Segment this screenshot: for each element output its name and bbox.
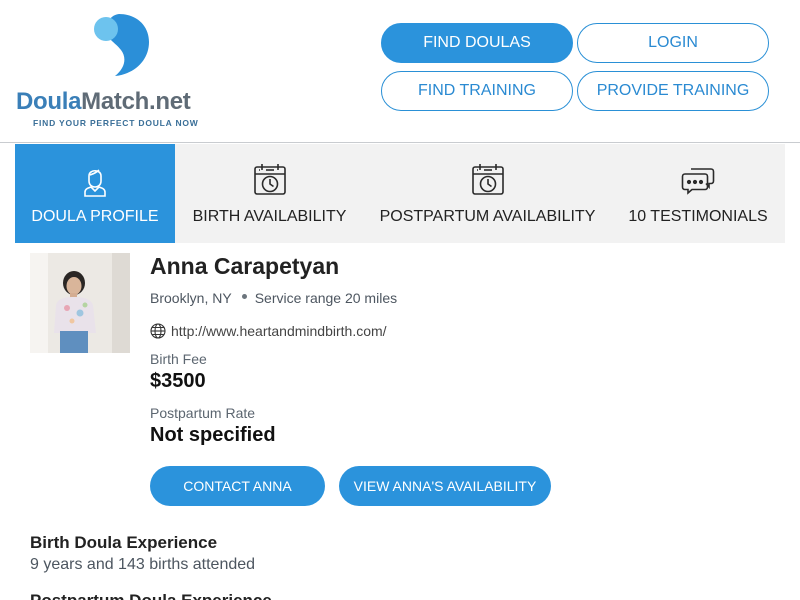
calendar-clock-icon xyxy=(471,164,504,195)
provide-training-button[interactable]: PROVIDE TRAINING xyxy=(577,71,769,111)
globe-icon xyxy=(150,323,166,339)
profile-tabs: DOULA PROFILE BIRTH AVAILABILITY POSTPAR… xyxy=(15,144,785,243)
postpartum-rate-value: Not specified xyxy=(150,424,276,446)
doula-photo xyxy=(30,253,130,353)
chat-bubbles-icon xyxy=(681,168,715,195)
site-header: DoulaMatch.net FIND YOUR PERFECT DOULA N… xyxy=(0,0,800,143)
location-row: Brooklyn, NY Service range 20 miles xyxy=(150,290,397,306)
doula-person-icon xyxy=(84,169,106,197)
find-training-button[interactable]: FIND TRAINING xyxy=(381,71,573,111)
find-doulas-button[interactable]: FIND DOULAS xyxy=(381,23,573,63)
tab-postpartum-availability[interactable]: POSTPARTUM AVAILABILITY xyxy=(364,144,611,243)
postpartum-experience-title: Postpartum Doula Experience xyxy=(30,591,272,600)
postpartum-rate-label: Postpartum Rate xyxy=(150,405,256,421)
separator-dot xyxy=(241,293,247,299)
tab-label: POSTPARTUM AVAILABILITY xyxy=(379,208,596,225)
birth-fee-value: $3500 xyxy=(150,370,206,392)
tab-testimonials[interactable]: 10 TESTIMONIALS xyxy=(611,144,785,243)
view-availability-button[interactable]: VIEW ANNA'S AVAILABILITY xyxy=(339,466,551,506)
service-range-text: Service range 20 miles xyxy=(254,290,398,306)
logo-wordmark: DoulaMatch.net xyxy=(16,88,191,115)
tab-label: DOULA PROFILE xyxy=(31,208,159,225)
site-logo[interactable]: DoulaMatch.net FIND YOUR PERFECT DOULA N… xyxy=(16,10,226,135)
tab-birth-availability[interactable]: BIRTH AVAILABILITY xyxy=(175,144,364,243)
website-link[interactable]: http://www.heartandmindbirth.com/ xyxy=(171,323,387,339)
birth-fee-label: Birth Fee xyxy=(150,351,207,367)
doula-name: Anna Carapetyan xyxy=(150,253,340,279)
contact-button[interactable]: CONTACT ANNA xyxy=(150,466,325,506)
website-row: http://www.heartandmindbirth.com/ xyxy=(150,323,387,339)
logo-tagline: FIND YOUR PERFECT DOULA NOW xyxy=(33,118,199,128)
tab-doula-profile[interactable]: DOULA PROFILE xyxy=(15,144,175,243)
location-text: Brooklyn, NY xyxy=(150,290,232,306)
tab-label: BIRTH AVAILABILITY xyxy=(192,208,347,225)
tab-label: 10 TESTIMONIALS xyxy=(628,208,768,225)
login-button[interactable]: LOGIN xyxy=(577,23,769,63)
birth-experience-title: Birth Doula Experience xyxy=(30,533,218,552)
birth-experience-text: 9 years and 143 births attended xyxy=(30,556,256,573)
calendar-clock-icon xyxy=(253,164,286,195)
logo-mark-icon xyxy=(94,14,149,76)
